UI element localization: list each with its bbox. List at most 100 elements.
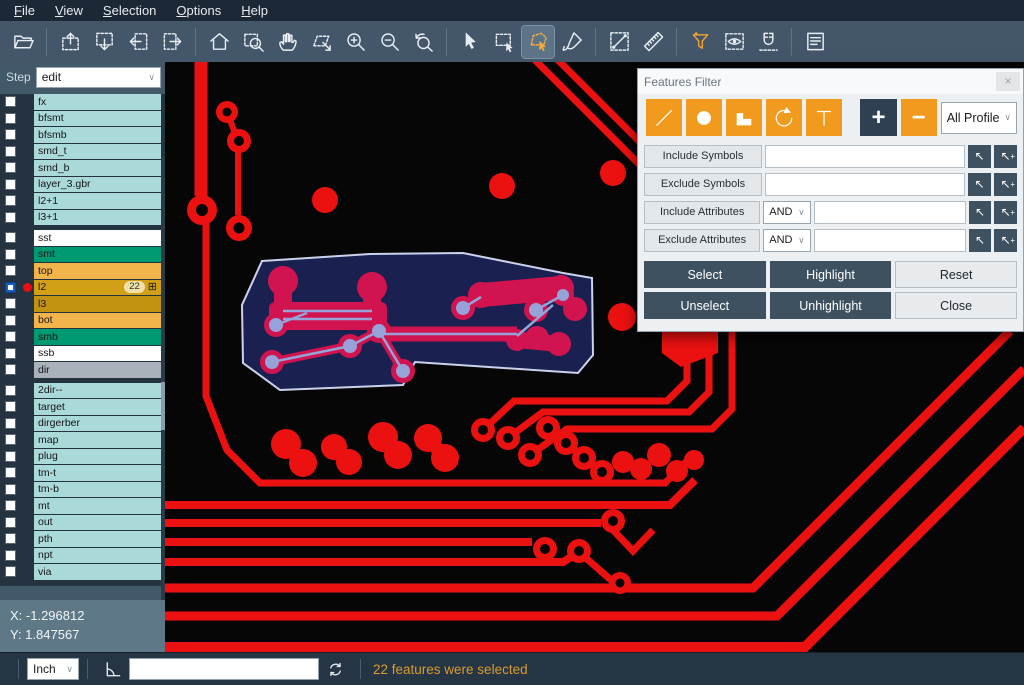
- select-button[interactable]: Select: [644, 261, 766, 288]
- dialog-title-bar[interactable]: Features Filter ×: [638, 69, 1023, 94]
- include-attributes-input[interactable]: [814, 201, 966, 224]
- reset-button[interactable]: Reset: [895, 261, 1017, 288]
- layer-row-l3+1[interactable]: l3+1: [0, 210, 165, 226]
- layer-visibility-checkbox[interactable]: [5, 348, 16, 359]
- layer-active-indicator[interactable]: [21, 263, 34, 279]
- layer-active-indicator[interactable]: [21, 564, 34, 580]
- layer-active-indicator[interactable]: [21, 383, 34, 399]
- layer-row-l3[interactable]: l3: [0, 296, 165, 312]
- layer-row-map[interactable]: map: [0, 432, 165, 448]
- layer-visibility-checkbox[interactable]: [5, 500, 16, 511]
- menu-file[interactable]: File: [4, 1, 45, 20]
- layer-active-indicator[interactable]: [21, 160, 34, 176]
- layer-name[interactable]: ssb: [34, 346, 161, 362]
- layer-row-tm-t[interactable]: tm-t: [0, 465, 165, 481]
- layer-name[interactable]: l2+1: [34, 193, 161, 209]
- layer-active-indicator[interactable]: [21, 296, 34, 312]
- step-dropdown[interactable]: edit ∨: [36, 67, 161, 88]
- layer-visibility-checkbox[interactable]: [5, 550, 16, 561]
- layer-visibility-checkbox[interactable]: [5, 434, 16, 445]
- layer-name[interactable]: smb: [34, 329, 161, 345]
- layer-row-bot[interactable]: bot: [0, 313, 165, 329]
- exclude-attributes-logic-dropdown[interactable]: AND∨: [763, 229, 810, 252]
- layer-name[interactable]: bfsmt: [34, 111, 161, 127]
- layer-active-indicator[interactable]: [21, 482, 34, 498]
- close-button[interactable]: Close: [895, 292, 1017, 319]
- pan-left-tool[interactable]: [122, 26, 154, 58]
- layer-visibility-checkbox[interactable]: [5, 418, 16, 429]
- layer-row-bfsmb[interactable]: bfsmb: [0, 127, 165, 143]
- layer-name[interactable]: via: [34, 564, 161, 580]
- units-dropdown[interactable]: Inch ∨: [27, 658, 79, 680]
- layer-active-indicator[interactable]: [21, 329, 34, 345]
- layer-list-scrollbar[interactable]: [161, 157, 165, 617]
- layer-name[interactable]: mt: [34, 498, 161, 514]
- layer-row-target[interactable]: target: [0, 399, 165, 415]
- exclude-symbols-pick-add-button[interactable]: ↖+: [994, 173, 1017, 196]
- zoom-window-tool[interactable]: [237, 26, 269, 58]
- include-attributes-pick-add-button[interactable]: ↖+: [994, 201, 1017, 224]
- exclude-symbols-button[interactable]: Exclude Symbols: [644, 173, 762, 196]
- highlight-button[interactable]: Highlight: [770, 261, 892, 288]
- zoom-previous-tool[interactable]: [407, 26, 439, 58]
- layer-active-indicator[interactable]: [21, 399, 34, 415]
- include-symbols-button[interactable]: Include Symbols: [644, 145, 762, 168]
- report-form-tool[interactable]: [799, 26, 831, 58]
- snap-tool[interactable]: [752, 26, 784, 58]
- profile-dropdown[interactable]: All Profile ∨: [941, 102, 1017, 134]
- layer-visibility-checkbox[interactable]: [5, 162, 16, 173]
- layer-row-l2+1[interactable]: l2+1: [0, 193, 165, 209]
- layer-name[interactable]: bot: [34, 313, 161, 329]
- exclude-attributes-pick-button[interactable]: ↖: [969, 229, 992, 252]
- layer-active-indicator[interactable]: [21, 548, 34, 564]
- layer-visibility-checkbox[interactable]: [5, 232, 16, 243]
- layer-active-indicator[interactable]: [21, 247, 34, 263]
- layer-active-indicator[interactable]: [21, 498, 34, 514]
- menu-help[interactable]: Help: [231, 1, 278, 20]
- layer-visibility-checkbox[interactable]: [5, 401, 16, 412]
- layer-active-indicator[interactable]: [21, 531, 34, 547]
- exclude-symbols-input[interactable]: [765, 173, 965, 196]
- zoom-in-tool[interactable]: [339, 26, 371, 58]
- layer-row-smb[interactable]: smb: [0, 329, 165, 345]
- layer-row-layer_3.gbr[interactable]: layer_3.gbr: [0, 177, 165, 193]
- layer-visibility-checkbox[interactable]: [5, 212, 16, 223]
- select-brush-tool[interactable]: [556, 26, 588, 58]
- filter-surfaces-button[interactable]: [726, 99, 762, 136]
- layer-visibility-checkbox[interactable]: [5, 179, 16, 190]
- include-symbols-pick-add-button[interactable]: ↖+: [994, 145, 1017, 168]
- layer-visibility-checkbox[interactable]: [5, 129, 16, 140]
- layer-visibility-checkbox[interactable]: [5, 265, 16, 276]
- layer-active-indicator[interactable]: [21, 144, 34, 160]
- pan-up-tool[interactable]: [54, 26, 86, 58]
- exclude-symbols-pick-button[interactable]: ↖: [968, 173, 991, 196]
- layer-row-smd_b[interactable]: smd_b: [0, 160, 165, 176]
- layer-row-dirgerber[interactable]: dirgerber: [0, 416, 165, 432]
- layer-name[interactable]: dir: [34, 362, 161, 378]
- layer-name[interactable]: smd_t: [34, 144, 161, 160]
- layer-row-top[interactable]: top: [0, 263, 165, 279]
- layer-active-indicator[interactable]: [21, 515, 34, 531]
- ruler-tool[interactable]: [637, 26, 669, 58]
- layer-name[interactable]: layer_3.gbr: [34, 177, 161, 193]
- layer-name[interactable]: dirgerber: [34, 416, 161, 432]
- layer-visibility-checkbox[interactable]: [5, 282, 16, 293]
- layer-visibility-checkbox[interactable]: [5, 146, 16, 157]
- layer-visibility-checkbox[interactable]: [5, 113, 16, 124]
- layer-active-indicator[interactable]: [21, 416, 34, 432]
- select-arrow-tool[interactable]: [454, 26, 486, 58]
- layer-row-pth[interactable]: pth: [0, 531, 165, 547]
- view-options-tool[interactable]: [718, 26, 750, 58]
- menu-selection[interactable]: Selection: [93, 1, 166, 20]
- layer-visibility-checkbox[interactable]: [5, 298, 16, 309]
- include-attributes-pick-button[interactable]: ↖: [969, 201, 992, 224]
- layer-row-dir[interactable]: dir: [0, 362, 165, 378]
- layer-name[interactable]: tm-t: [34, 465, 161, 481]
- exclude-attributes-pick-add-button[interactable]: ↖+: [994, 229, 1017, 252]
- layer-visibility-checkbox[interactable]: [5, 484, 16, 495]
- layer-visibility-checkbox[interactable]: [5, 451, 16, 462]
- filter-lines-button[interactable]: [646, 99, 682, 136]
- include-symbols-input[interactable]: [765, 145, 965, 168]
- layer-visibility-checkbox[interactable]: [5, 364, 16, 375]
- command-input[interactable]: [129, 658, 319, 680]
